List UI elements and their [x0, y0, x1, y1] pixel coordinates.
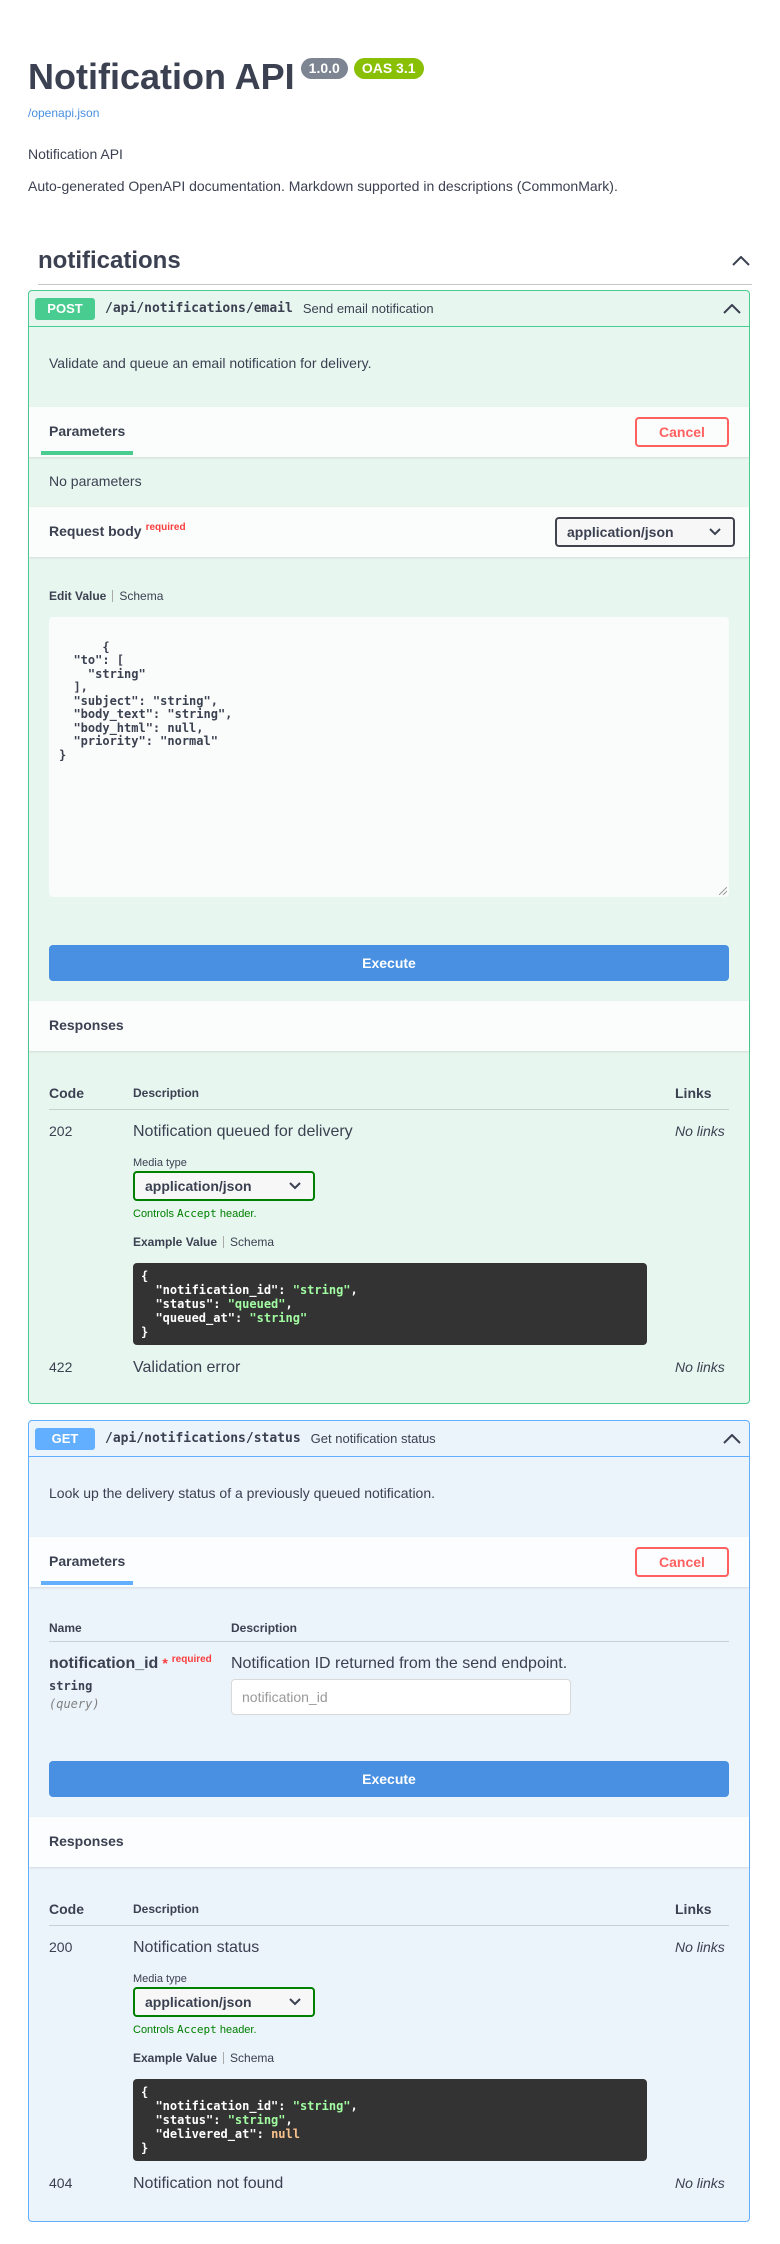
responses-label: Responses — [49, 1833, 124, 1849]
response-code: 404 — [49, 2175, 73, 2191]
api-description: Notification API — [28, 146, 123, 162]
responses-label: Responses — [49, 1017, 124, 1033]
col-description: Description — [231, 1621, 298, 1635]
parameters-header: Parameters Cancel — [29, 407, 749, 457]
response-description: Notification queued for delivery — [133, 1123, 353, 1140]
example-value-code: { "notification_id": "string", "status":… — [133, 2079, 647, 2161]
col-description: Description — [133, 1902, 200, 1916]
col-description: Description — [133, 1086, 200, 1100]
opblock-summary[interactable]: POST /api/notifications/email Send email… — [29, 291, 749, 327]
method-badge: GET — [35, 1427, 95, 1450]
content-type-value: application/json — [567, 524, 674, 540]
schema-tab[interactable]: Schema — [119, 589, 163, 603]
example-value-code: { "notification_id": "string", "status":… — [133, 1263, 647, 1345]
param-name: notification_id * required — [49, 1654, 212, 1672]
request-body-header: Request body required application/json — [29, 507, 749, 557]
api-description-2: Auto-generated OpenAPI documentation. Ma… — [28, 178, 618, 194]
response-code: 422 — [49, 1359, 73, 1375]
endpoint-description: Look up the delivery status of a previou… — [49, 1485, 436, 1501]
example-schema-tab[interactable]: Schema — [230, 2051, 274, 2065]
media-type-label: Media type — [133, 1157, 187, 1169]
response-links: No links — [675, 1359, 725, 1375]
endpoint-path: /api/notifications/email — [105, 301, 293, 316]
param-type: string — [49, 1679, 93, 1693]
chevron-down-icon — [289, 1182, 301, 1190]
col-links: Links — [675, 1901, 712, 1917]
response-code: 202 — [49, 1123, 73, 1139]
spec-link[interactable]: /openapi.json — [28, 106, 752, 120]
response-links: No links — [675, 2175, 725, 2191]
execute-button[interactable]: Execute — [49, 945, 729, 981]
chevron-up-icon[interactable] — [721, 298, 743, 320]
responses-header: Responses — [29, 1001, 749, 1051]
response-links: No links — [675, 1939, 725, 1955]
request-body-text: { "to": [ "string" ], "subject": "string… — [59, 639, 233, 762]
request-body-label: Request body required — [49, 522, 186, 539]
col-name: Name — [49, 1621, 82, 1635]
media-type-value: application/json — [145, 1994, 252, 2010]
required-badge: required — [145, 522, 186, 533]
execute-button[interactable]: Execute — [49, 1761, 729, 1797]
endpoint-summary: Get notification status — [310, 1431, 436, 1446]
parameters-header: Parameters Cancel — [29, 1537, 749, 1587]
oas-badge: OAS 3.1 — [353, 58, 424, 79]
responses-header: Responses — [29, 1817, 749, 1867]
api-info: Notification API 1.0.0 OAS 3.1 /openapi.… — [28, 50, 752, 194]
parameters-tab[interactable]: Parameters — [49, 1553, 125, 1569]
media-type-select[interactable]: application/json — [133, 1987, 315, 2017]
chevron-down-icon — [709, 528, 721, 536]
chevron-up-icon[interactable] — [730, 250, 752, 272]
opblock-summary[interactable]: GET /api/notifications/status Get notifi… — [29, 1421, 749, 1457]
endpoint-path: /api/notifications/status — [105, 1431, 301, 1446]
media-type-select[interactable]: application/json — [133, 1171, 315, 1201]
version-badge: 1.0.0 — [300, 58, 348, 79]
body-tabs: Edit Value Schema — [49, 589, 163, 603]
cancel-button[interactable]: Cancel — [635, 417, 729, 447]
api-title: Notification API — [28, 56, 295, 97]
response-code: 200 — [49, 1939, 73, 1955]
endpoint-description: Validate and queue an email notification… — [49, 355, 372, 371]
param-description: Notification ID returned from the send e… — [231, 1655, 568, 1672]
method-badge: POST — [35, 297, 95, 320]
tab-underline — [41, 451, 133, 455]
response-description: Notification not found — [133, 2175, 284, 2192]
opblock-get-status: GET /api/notifications/status Get notifi… — [28, 1420, 750, 2222]
example-tabs: Example Value Schema — [133, 1235, 274, 1249]
col-code: Code — [49, 1085, 84, 1101]
chevron-down-icon — [289, 1998, 301, 2006]
edit-value-tab[interactable]: Edit Value — [49, 589, 106, 603]
notification-id-input[interactable] — [231, 1679, 571, 1715]
example-value-tab[interactable]: Example Value — [133, 1235, 217, 1249]
controls-accept-note: Controls Accept header. — [133, 1207, 257, 1220]
content-type-select[interactable]: application/json — [555, 517, 735, 547]
param-location: (query) — [49, 1697, 100, 1711]
resize-handle-icon[interactable] — [719, 887, 727, 895]
col-links: Links — [675, 1085, 712, 1101]
opblock-post-email: POST /api/notifications/email Send email… — [28, 290, 750, 1404]
tag-name: notifications — [38, 247, 181, 274]
required-star: * — [162, 1655, 168, 1671]
parameters-tab[interactable]: Parameters — [49, 423, 125, 439]
media-type-label: Media type — [133, 1973, 187, 1985]
no-parameters-text: No parameters — [49, 473, 142, 489]
example-tabs: Example Value Schema — [133, 2051, 274, 2065]
example-value-tab[interactable]: Example Value — [133, 2051, 217, 2065]
example-schema-tab[interactable]: Schema — [230, 1235, 274, 1249]
required-badge: required — [171, 1654, 212, 1665]
tag-header[interactable]: notifications — [38, 238, 752, 285]
request-body-editor[interactable]: { "to": [ "string" ], "subject": "string… — [49, 617, 729, 897]
cancel-button[interactable]: Cancel — [635, 1547, 729, 1577]
col-code: Code — [49, 1901, 84, 1917]
chevron-up-icon[interactable] — [721, 1428, 743, 1450]
endpoint-summary: Send email notification — [302, 301, 434, 316]
response-links: No links — [675, 1123, 725, 1139]
response-description: Validation error — [133, 1359, 241, 1376]
controls-accept-note: Controls Accept header. — [133, 2023, 257, 2036]
media-type-value: application/json — [145, 1178, 252, 1194]
response-description: Notification status — [133, 1939, 260, 1956]
tab-underline — [41, 1581, 133, 1585]
